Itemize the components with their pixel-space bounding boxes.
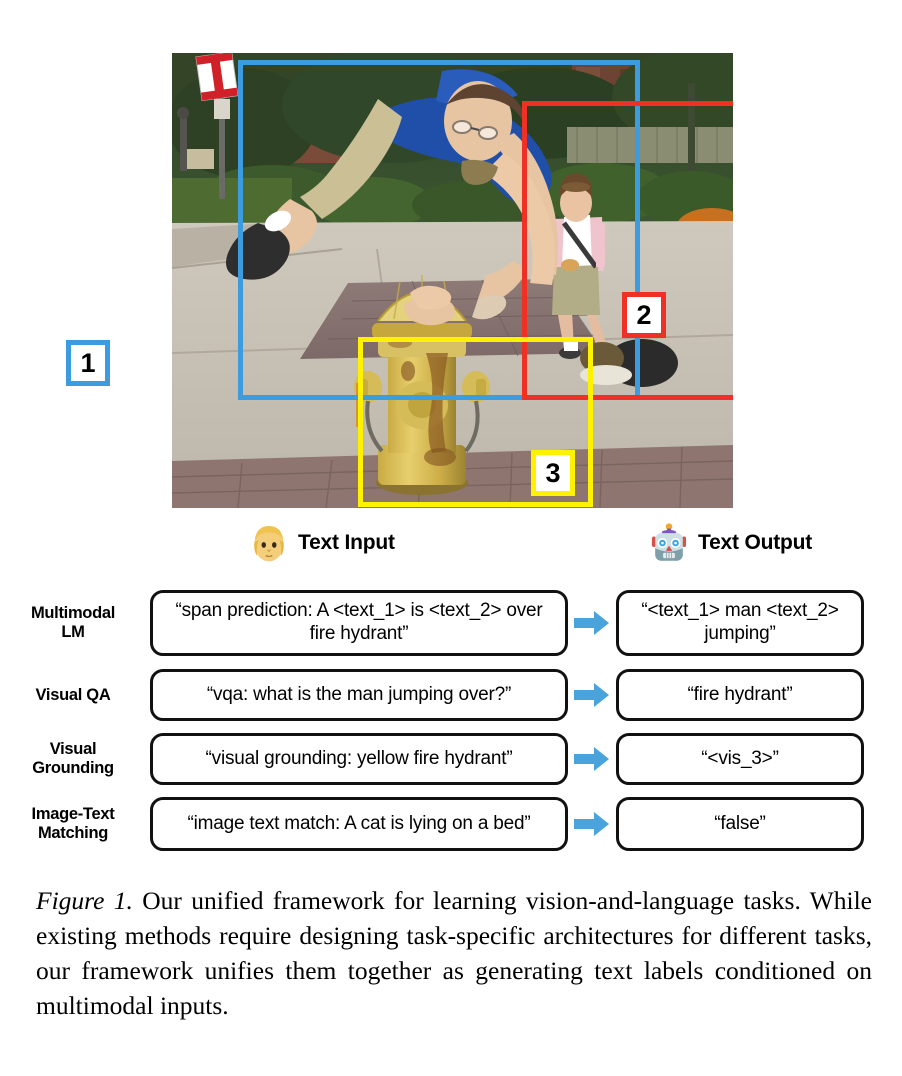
- right-arrow-icon: [574, 812, 609, 836]
- task-label-visual-grounding: Visual Grounding: [0, 740, 150, 778]
- input-box-visual-grounding[interactable]: “visual grounding: yellow fire hydrant”: [150, 733, 568, 785]
- output-box-visual-qa[interactable]: “fire hydrant”: [616, 669, 864, 721]
- right-arrow-icon: [574, 747, 609, 771]
- task-label-multimodal-lm: Multimodal LM: [0, 604, 150, 642]
- task-label-visual-qa: Visual QA: [35, 685, 111, 704]
- task-label-line-1: Visual: [49, 740, 97, 759]
- right-arrow-icon: [574, 683, 609, 707]
- input-box-visual-qa[interactable]: “vqa: what is the man jumping over?”: [150, 669, 568, 721]
- task-row-visual-qa: Visual QA “vqa: what is the man jumping …: [0, 668, 902, 722]
- arrow-multimodal-lm: [568, 610, 616, 636]
- input-box-image-text-matching[interactable]: “image text match: A cat is lying on a b…: [150, 797, 568, 851]
- output-box-visual-grounding[interactable]: “<vis_3>”: [616, 733, 864, 785]
- task-row-visual-grounding: Visual Grounding “visual grounding: yell…: [0, 732, 902, 786]
- figure-caption-text: Our unified framework for learning visio…: [36, 886, 872, 1020]
- output-box-image-text-matching[interactable]: “false”: [616, 797, 864, 851]
- task-label-line-1: Image-Text: [31, 805, 115, 824]
- bounding-box-tag-1: 1: [66, 340, 110, 386]
- text-input-header: Text Input: [248, 512, 395, 574]
- task-label-line-2: Matching: [37, 824, 108, 842]
- framework-diagram: Text Input Text Output Multimodal LM “sp…: [0, 512, 902, 857]
- task-label-image-text-matching: Image-Text Matching: [0, 805, 150, 843]
- text-output-label: Text Output: [698, 531, 813, 554]
- figure-photo: [172, 53, 733, 508]
- arrow-image-text-matching: [568, 811, 616, 837]
- task-row-image-text-matching: Image-Text Matching “image text match: A…: [0, 796, 902, 852]
- text-input-label: Text Input: [298, 531, 395, 554]
- right-arrow-icon: [574, 611, 609, 635]
- figure-number: Figure 1.: [36, 886, 133, 915]
- task-label-line-1: Multimodal: [30, 604, 116, 623]
- arrow-visual-grounding: [568, 746, 616, 772]
- bounding-box-tag-3: 3: [531, 450, 575, 496]
- text-output-header: Text Output: [648, 512, 812, 574]
- task-label-line-2: Grounding: [32, 759, 114, 777]
- arrow-visual-qa: [568, 682, 616, 708]
- input-box-multimodal-lm[interactable]: “span prediction: A <text_1> is <text_2>…: [150, 590, 568, 656]
- figure-caption: Figure 1. Our unified framework for lear…: [36, 884, 872, 1024]
- task-label-line-2: LM: [61, 623, 85, 641]
- task-row-multimodal-lm: Multimodal LM “span prediction: A <text_…: [0, 588, 902, 658]
- bounding-box-tag-2: 2: [622, 292, 666, 338]
- robot-face-icon: [648, 521, 690, 565]
- output-box-multimodal-lm[interactable]: “<text_1> man <text_2> jumping”: [616, 590, 864, 656]
- person-face-icon: [248, 521, 290, 565]
